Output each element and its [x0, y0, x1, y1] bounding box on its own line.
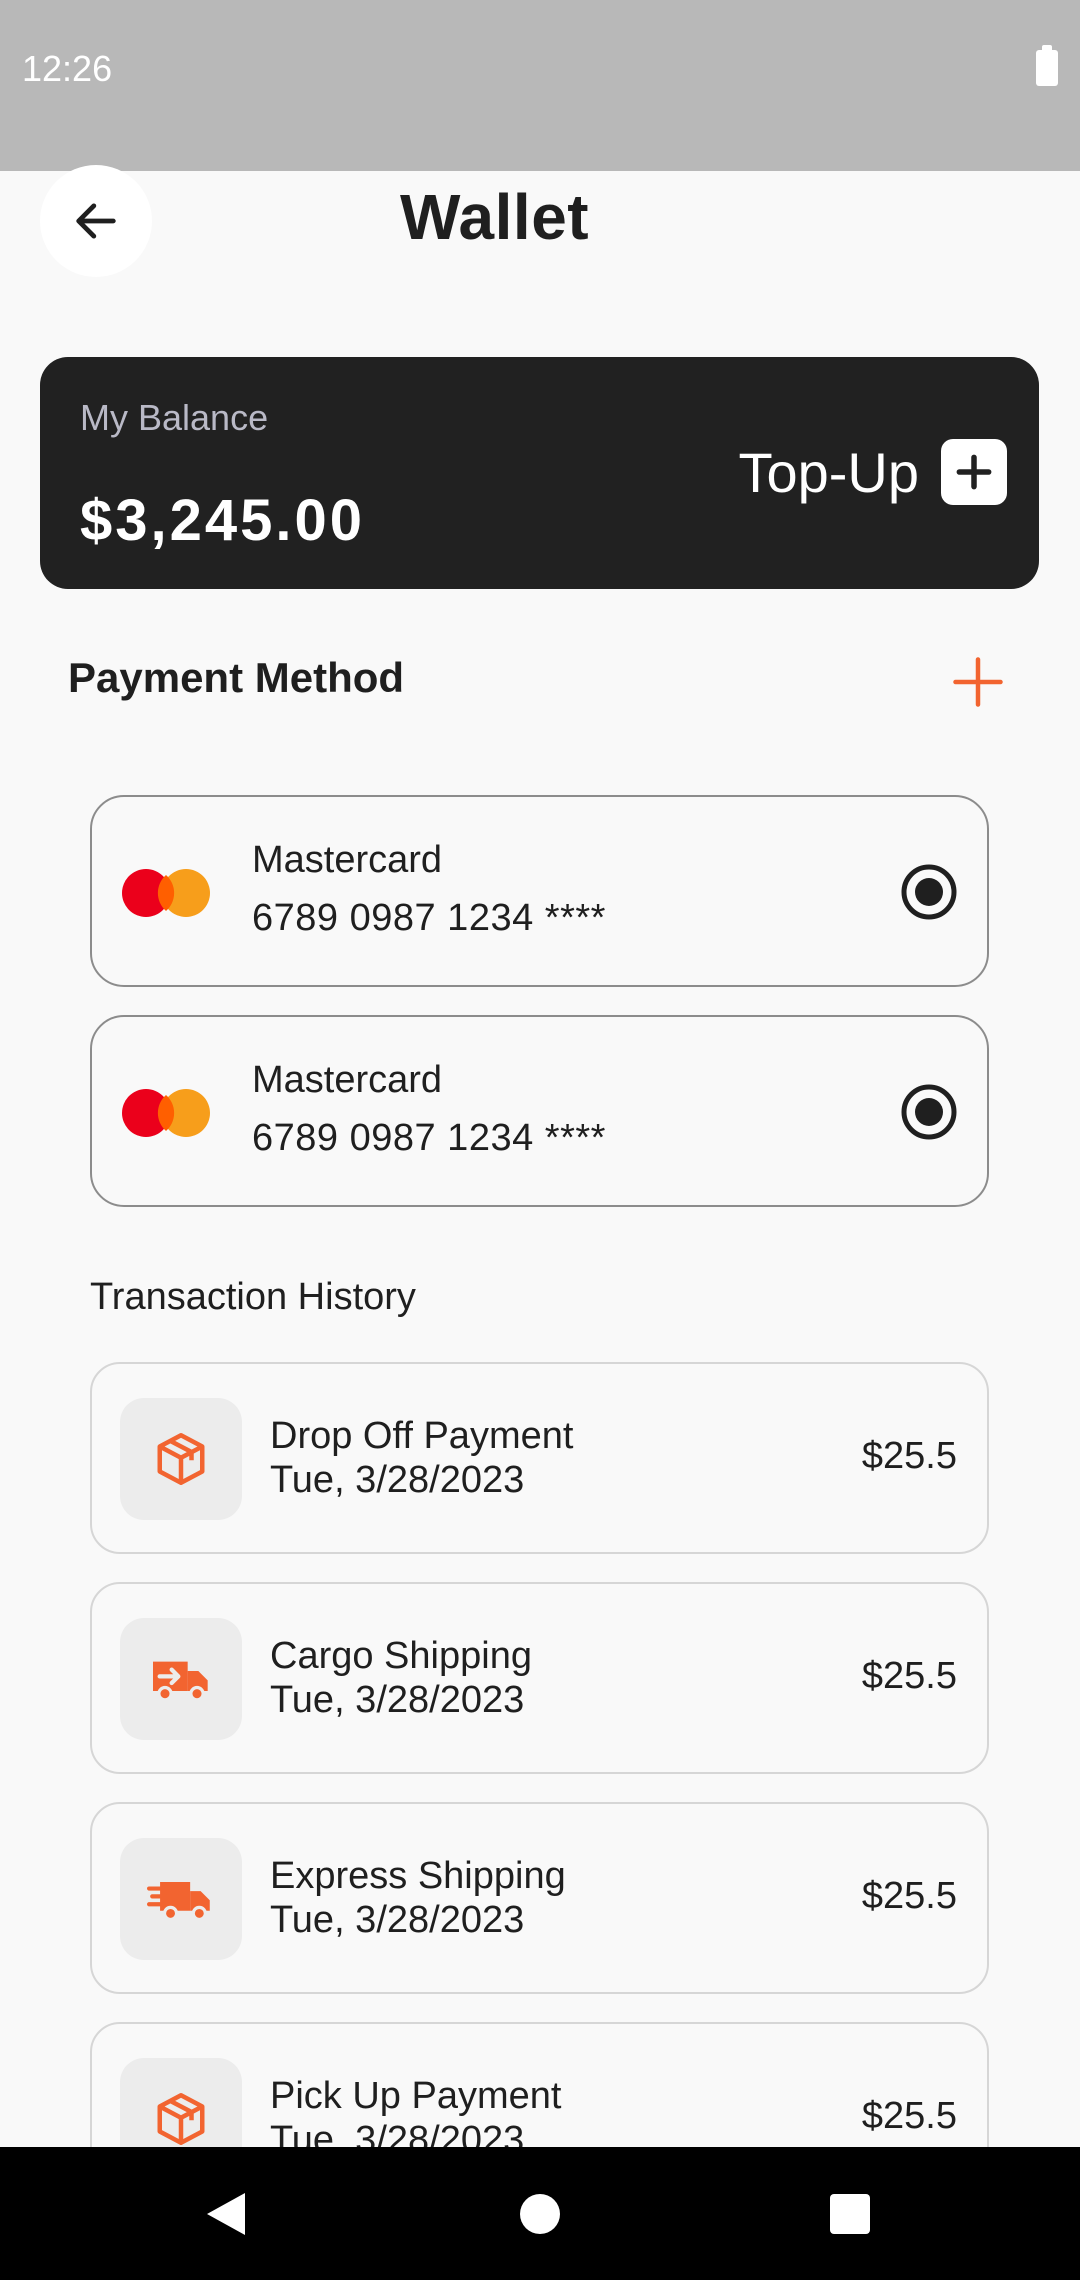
transaction-name: Drop Off Payment: [270, 1415, 574, 1457]
transaction-icon-box: [120, 1838, 242, 1960]
recents-square-icon: [830, 2194, 870, 2234]
mastercard-logo-icon: [122, 1089, 210, 1137]
transaction-amount: $25.5: [861, 1655, 957, 1697]
package-icon: [157, 2093, 205, 2145]
nav-recents-button[interactable]: [815, 2179, 885, 2249]
card-name: Mastercard: [252, 839, 443, 881]
mastercard-logo-icon: [122, 869, 210, 917]
nav-home-button[interactable]: [505, 2179, 575, 2249]
plus-icon: [941, 439, 1007, 505]
transaction-amount: $25.5: [861, 2095, 957, 2137]
navigation-bar: [0, 2147, 1080, 2280]
transaction-icon-box: [120, 1618, 242, 1740]
transaction-amount: $25.5: [861, 1875, 957, 1917]
transaction-amount: $25.5: [861, 1435, 957, 1477]
wallet-screen: 12:26 Wallet My Balance $3,245.00 Top-Up…: [0, 0, 1080, 2280]
transaction-date: Tue, 3/28/2023: [270, 1679, 525, 1721]
home-circle-icon: [520, 2194, 560, 2234]
card-number: 6789 0987 1234 ****: [252, 897, 606, 939]
transaction-row[interactable]: Drop Off Payment Tue, 3/28/2023 $25.5: [90, 1362, 989, 1554]
card-name: Mastercard: [252, 1059, 443, 1101]
transaction-row[interactable]: Cargo Shipping Tue, 3/28/2023 $25.5: [90, 1582, 989, 1774]
transaction-name: Cargo Shipping: [270, 1635, 532, 1677]
cargo-truck-icon: [153, 1661, 208, 1702]
arrow-left-icon: [76, 203, 116, 239]
topup-button[interactable]: Top-Up: [738, 439, 1007, 505]
nav-back-button[interactable]: [190, 2179, 260, 2249]
radio-selected-icon[interactable]: [900, 1083, 958, 1141]
radio-selected-icon[interactable]: [900, 863, 958, 921]
battery-icon: [1036, 45, 1058, 86]
transaction-name: Express Shipping: [270, 1855, 566, 1897]
balance-amount: $3,245.00: [80, 488, 366, 553]
payment-method-title: Payment Method: [68, 654, 405, 701]
plus-icon: [953, 657, 1003, 707]
fast-truck-icon: [147, 1882, 210, 1921]
transaction-icon-box: [120, 1398, 242, 1520]
payment-card-row[interactable]: Mastercard 6789 0987 1234 ****: [90, 1015, 989, 1207]
package-icon: [157, 1433, 205, 1485]
transaction-history-title: Transaction History: [90, 1276, 416, 1318]
add-payment-method-button[interactable]: [948, 652, 1008, 712]
transaction-row[interactable]: Express Shipping Tue, 3/28/2023 $25.5: [90, 1802, 989, 1994]
transaction-name: Pick Up Payment: [270, 2075, 562, 2117]
page-title: Wallet: [400, 181, 590, 253]
status-time: 12:26: [22, 48, 113, 89]
payment-card-row[interactable]: Mastercard 6789 0987 1234 ****: [90, 795, 989, 987]
transaction-date: Tue, 3/28/2023: [270, 1459, 525, 1501]
balance-label: My Balance: [80, 397, 269, 438]
balance-card: My Balance $3,245.00 Top-Up: [40, 357, 1039, 589]
topup-label: Top-Up: [738, 440, 919, 504]
card-number: 6789 0987 1234 ****: [252, 1117, 606, 1159]
status-bar: 12:26: [0, 0, 1080, 171]
back-triangle-icon: [207, 2193, 245, 2235]
transaction-date: Tue, 3/28/2023: [270, 1899, 525, 1941]
back-button[interactable]: [40, 165, 152, 277]
